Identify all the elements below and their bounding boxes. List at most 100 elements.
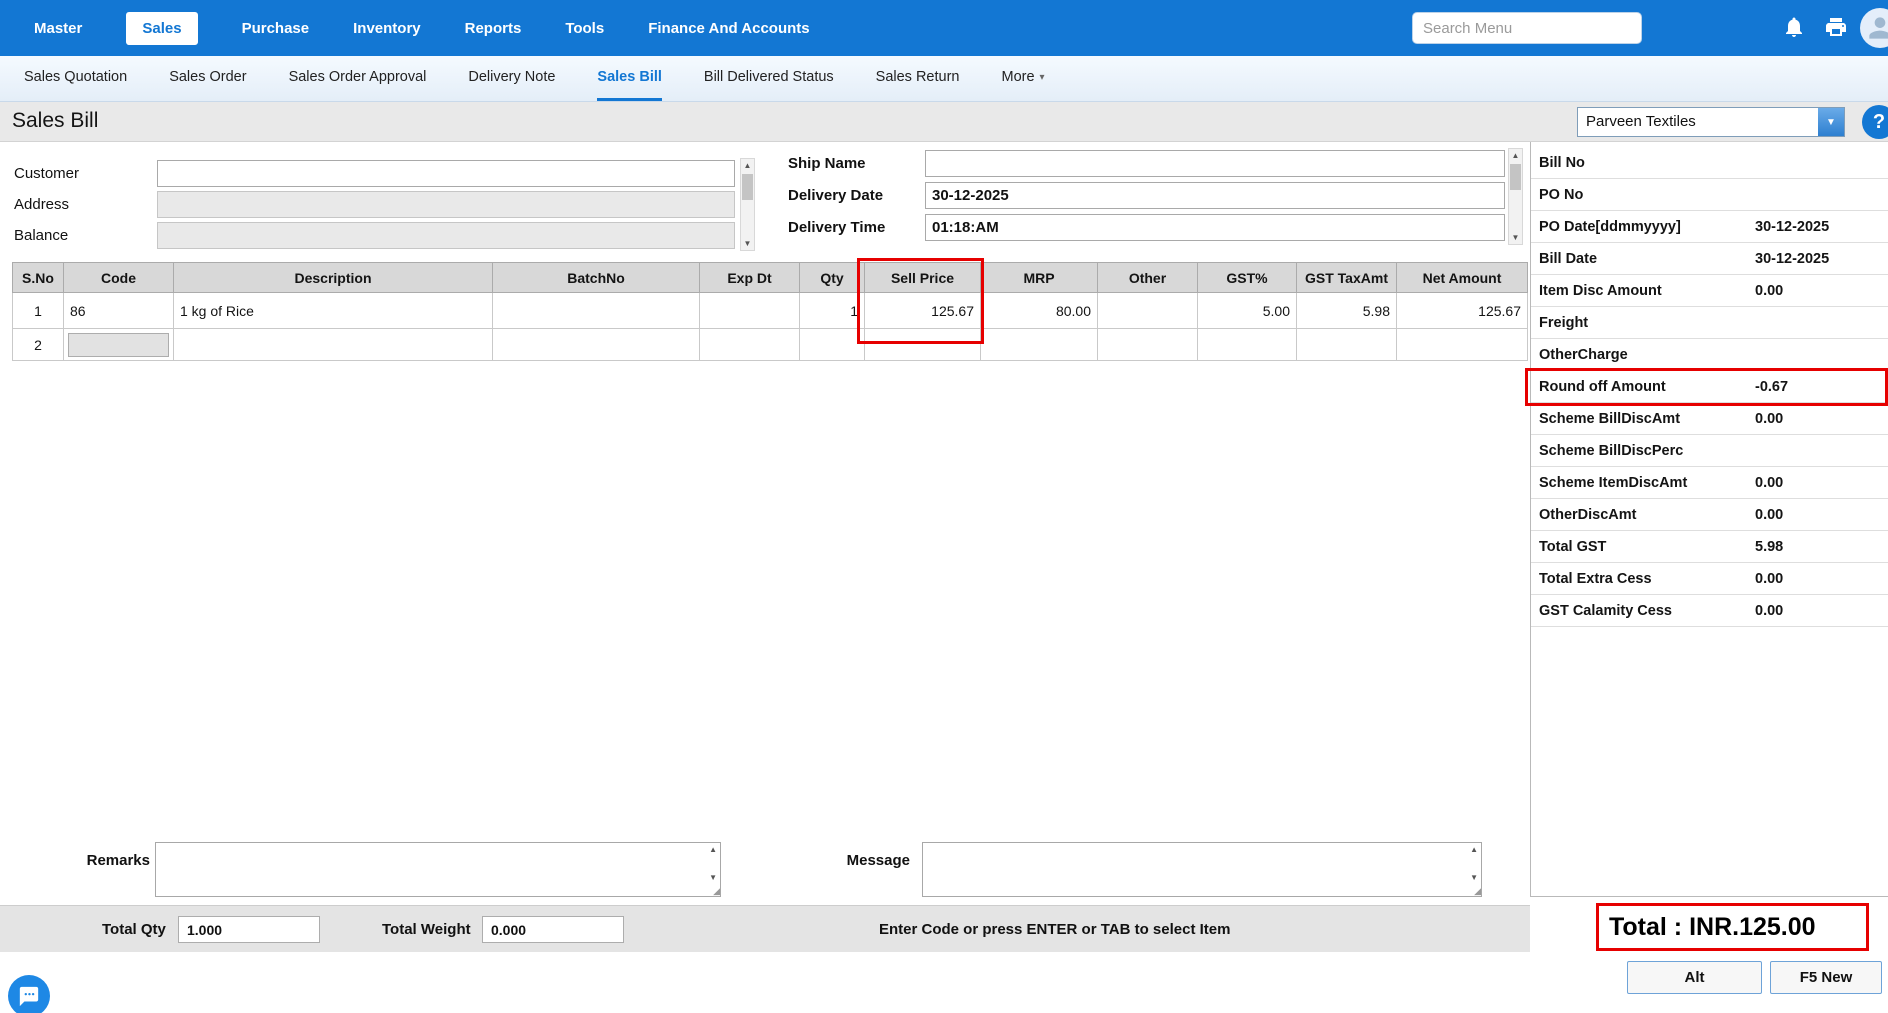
summary-label: OtherDiscAmt <box>1539 506 1637 523</box>
total-weight-label: Total Weight <box>382 921 471 938</box>
cell-gst-taxamt[interactable] <box>1296 328 1397 361</box>
page-header: Sales Bill Parveen Textiles ▼ ? <box>0 102 1888 142</box>
summary-row-po-no[interactable]: PO No <box>1531 179 1888 211</box>
totals-bar: Total Qty Total Weight Enter Code or pre… <box>0 905 1530 952</box>
print-icon[interactable] <box>1824 15 1850 41</box>
message-input[interactable] <box>922 842 1482 897</box>
scroll-thumb[interactable] <box>742 174 753 200</box>
scroll-up-icon[interactable]: ▲ <box>744 159 752 172</box>
cell-qty[interactable] <box>799 328 865 361</box>
summary-row-otherdiscamt[interactable]: OtherDiscAmt 0.00 <box>1531 499 1888 531</box>
nav-master[interactable]: Master <box>34 20 82 37</box>
scroll-down-icon[interactable]: ▼ <box>1512 231 1520 244</box>
summary-label: GST Calamity Cess <box>1539 602 1672 619</box>
summary-row-scheme-itemdiscamt[interactable]: Scheme ItemDiscAmt 0.00 <box>1531 467 1888 499</box>
summary-row-total-extra-cess[interactable]: Total Extra Cess 0.00 <box>1531 563 1888 595</box>
chevron-down-icon[interactable]: ▼ <box>1818 108 1844 136</box>
delivery-date-input[interactable] <box>925 182 1505 209</box>
scroll-down-icon[interactable]: ▼ <box>1470 873 1478 882</box>
sales-sub-navigation: Sales Quotation Sales Order Sales Order … <box>0 56 1888 102</box>
footer-bar: Alt F5 New <box>0 952 1888 1013</box>
tab-bill-delivered-status[interactable]: Bill Delivered Status <box>704 56 834 101</box>
tab-more[interactable]: More ▾ <box>1001 56 1044 101</box>
cell-batchno[interactable] <box>492 328 700 361</box>
scroll-thumb[interactable] <box>1510 164 1521 190</box>
customer-scrollbar[interactable]: ▲ ▼ <box>740 158 755 251</box>
cell-mrp[interactable] <box>980 328 1098 361</box>
summary-label: OtherCharge <box>1539 346 1628 363</box>
cell-sell-price[interactable] <box>864 328 981 361</box>
delivery-time-input[interactable] <box>925 214 1505 241</box>
search-input[interactable] <box>1412 12 1642 44</box>
f5-new-button[interactable]: F5 New <box>1770 961 1882 994</box>
nav-finance-and-accounts[interactable]: Finance And Accounts <box>648 20 809 37</box>
alt-button[interactable]: Alt <box>1627 961 1762 994</box>
message-label: Message <box>846 852 910 869</box>
nav-inventory[interactable]: Inventory <box>353 20 421 37</box>
total-qty-input[interactable] <box>178 916 320 943</box>
tab-delivery-note[interactable]: Delivery Note <box>468 56 555 101</box>
summary-row-bill-date[interactable]: Bill Date 30-12-2025 <box>1531 243 1888 275</box>
cell-mrp[interactable]: 80.00 <box>980 292 1098 329</box>
cell-batchno[interactable] <box>492 292 700 329</box>
resize-handle-icon[interactable]: ◢ <box>1474 886 1481 897</box>
cell-gst-pct[interactable]: 5.00 <box>1197 292 1297 329</box>
resize-handle-icon[interactable]: ◢ <box>713 886 720 897</box>
ship-name-input[interactable] <box>925 150 1505 177</box>
summary-row-scheme-billdiscamt[interactable]: Scheme BillDiscAmt 0.00 <box>1531 403 1888 435</box>
summary-row-po-date[interactable]: PO Date[ddmmyyyy] 30-12-2025 <box>1531 211 1888 243</box>
summary-row-freight[interactable]: Freight <box>1531 307 1888 339</box>
cell-code[interactable]: 86 <box>63 292 174 329</box>
summary-row-gst-calamity-cess[interactable]: GST Calamity Cess 0.00 <box>1531 595 1888 627</box>
nav-reports[interactable]: Reports <box>465 20 522 37</box>
summary-row-scheme-billdiscperc[interactable]: Scheme BillDiscPerc <box>1531 435 1888 467</box>
help-button[interactable]: ? <box>1862 105 1888 139</box>
cell-exp-dt[interactable] <box>699 292 800 329</box>
company-selector[interactable]: Parveen Textiles ▼ <box>1577 107 1845 137</box>
scroll-up-icon[interactable]: ▲ <box>709 845 717 854</box>
chat-launcher[interactable] <box>8 975 50 1013</box>
scroll-down-icon[interactable]: ▼ <box>709 873 717 882</box>
summary-row-other-charge[interactable]: OtherCharge <box>1531 339 1888 371</box>
summary-value: 0.00 <box>1755 474 1784 491</box>
cell-code[interactable] <box>63 328 174 361</box>
code-entry-box[interactable] <box>68 332 169 357</box>
cell-description[interactable] <box>173 328 493 361</box>
summary-row-bill-no[interactable]: Bill No <box>1531 147 1888 179</box>
cell-gst-pct[interactable] <box>1197 328 1297 361</box>
summary-row-item-disc-amount[interactable]: Item Disc Amount 0.00 <box>1531 275 1888 307</box>
cell-other[interactable] <box>1097 328 1198 361</box>
tab-sales-quotation[interactable]: Sales Quotation <box>24 56 127 101</box>
scroll-down-icon[interactable]: ▼ <box>744 237 752 250</box>
table-row[interactable]: 2 <box>12 328 1528 361</box>
remarks-input[interactable] <box>155 842 721 897</box>
tab-sales-order-approval[interactable]: Sales Order Approval <box>289 56 427 101</box>
cell-exp-dt[interactable] <box>699 328 800 361</box>
nav-sales[interactable]: Sales <box>126 11 198 45</box>
tab-sales-order[interactable]: Sales Order <box>169 56 246 101</box>
customer-input[interactable] <box>157 160 735 187</box>
ship-scrollbar[interactable]: ▲ ▼ <box>1508 148 1523 245</box>
notification-bell-icon[interactable] <box>1782 15 1808 41</box>
tab-sales-bill[interactable]: Sales Bill <box>597 56 662 101</box>
col-mrp: MRP <box>980 262 1098 293</box>
summary-row-total-gst[interactable]: Total GST 5.98 <box>1531 531 1888 563</box>
table-row[interactable]: 1 86 1 kg of Rice 1 125.67 80.00 5.00 5.… <box>12 292 1528 329</box>
scroll-up-icon[interactable]: ▲ <box>1512 149 1520 162</box>
cell-gst-taxamt[interactable]: 5.98 <box>1296 292 1397 329</box>
cell-sell-price[interactable]: 125.67 <box>864 292 981 329</box>
tab-sales-return[interactable]: Sales Return <box>876 56 960 101</box>
cell-net-amount[interactable] <box>1396 328 1528 361</box>
cell-net-amount[interactable]: 125.67 <box>1396 292 1528 329</box>
col-sell-price: Sell Price <box>864 262 981 293</box>
scroll-up-icon[interactable]: ▲ <box>1470 845 1478 854</box>
cell-other[interactable] <box>1097 292 1198 329</box>
cell-description[interactable]: 1 kg of Rice <box>173 292 493 329</box>
total-weight-input[interactable] <box>482 916 624 943</box>
summary-row-round-off-amount[interactable]: Round off Amount -0.67 <box>1531 371 1888 403</box>
nav-tools[interactable]: Tools <box>565 20 604 37</box>
summary-label: PO Date[ddmmyyyy] <box>1539 218 1681 235</box>
avatar[interactable] <box>1860 8 1888 48</box>
nav-purchase[interactable]: Purchase <box>242 20 310 37</box>
cell-qty[interactable]: 1 <box>799 292 865 329</box>
